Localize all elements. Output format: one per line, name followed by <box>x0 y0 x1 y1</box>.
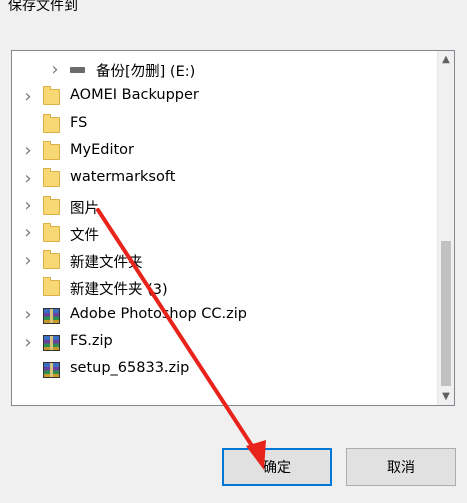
tree-item[interactable]: › watermarksoft <box>12 165 432 192</box>
tree-item-label: 文件 <box>70 227 99 244</box>
chevron-right-icon[interactable]: › <box>21 168 35 189</box>
dialog-title: 保存文件到 <box>8 0 78 14</box>
chevron-right-icon[interactable]: › <box>21 195 35 216</box>
tree-item[interactable]: › 新建文件夹 <box>12 247 432 274</box>
drive-icon <box>70 67 85 73</box>
tree-item-label: MyEditor <box>70 141 135 158</box>
tree-item[interactable]: › AOMEI Backupper <box>12 83 432 110</box>
chevron-right-icon[interactable]: › <box>21 140 35 161</box>
chevron-right-icon[interactable]: › <box>21 332 35 353</box>
tree-item-label: 备份[勿删] (E:) <box>96 64 196 80</box>
chevron-right-icon[interactable]: › <box>21 86 35 107</box>
tree-item[interactable]: › FS.zip <box>12 329 432 356</box>
tree-item-label: 新建文件夹 (3) <box>70 282 168 299</box>
tree-item[interactable]: › 图片 <box>12 193 432 220</box>
scroll-down-icon[interactable]: ▼ <box>438 388 454 405</box>
chevron-right-icon[interactable]: › <box>21 222 35 243</box>
folder-icon <box>43 168 60 188</box>
tree-item[interactable]: › 文件 <box>12 220 432 247</box>
tree-item-label: AOMEI Backupper <box>70 87 199 104</box>
ok-button[interactable]: 确定 <box>222 448 332 486</box>
vertical-scrollbar[interactable]: ▲ ▼ <box>437 51 454 405</box>
folder-tree[interactable]: › 备份[勿删] (E:) › AOMEI Backupper FS › MyEditor ›… <box>11 50 455 406</box>
folder-icon <box>43 277 60 297</box>
folder-icon <box>43 250 60 270</box>
tree-item-label: watermarksoft <box>70 169 176 186</box>
chevron-right-icon[interactable]: › <box>21 304 35 325</box>
tree-item-label: 图片 <box>70 200 99 217</box>
folder-icon <box>43 113 60 133</box>
tree-item-label: FS <box>70 114 88 131</box>
cancel-button[interactable]: 取消 <box>346 448 456 486</box>
zip-icon <box>43 307 60 324</box>
chevron-right-icon[interactable]: › <box>21 250 35 271</box>
zip-icon <box>43 362 60 379</box>
tree-item[interactable]: › Adobe Photoshop CC.zip <box>12 302 432 329</box>
scroll-up-icon[interactable]: ▲ <box>438 51 454 68</box>
folder-icon <box>43 140 60 160</box>
zip-icon <box>43 335 60 351</box>
tree-item-label: setup_65833.zip <box>70 360 190 377</box>
tree-item[interactable]: › MyEditor <box>12 138 432 165</box>
tree-item-label: FS.zip <box>70 333 113 349</box>
scrollbar-thumb[interactable] <box>441 241 451 386</box>
folder-icon <box>43 86 60 106</box>
folder-icon <box>43 222 60 242</box>
tree-item[interactable]: setup_65833.zip <box>12 356 432 383</box>
tree-item[interactable]: › 备份[勿删] (E:) <box>12 56 432 83</box>
folder-icon <box>43 195 60 215</box>
tree-item[interactable]: 新建文件夹 (3) <box>12 274 432 301</box>
tree-item-label: Adobe Photoshop CC.zip <box>70 305 247 322</box>
tree-item-label: 新建文件夹 <box>70 255 143 272</box>
tree-item[interactable]: FS <box>12 111 432 138</box>
chevron-right-icon[interactable]: › <box>48 59 62 80</box>
